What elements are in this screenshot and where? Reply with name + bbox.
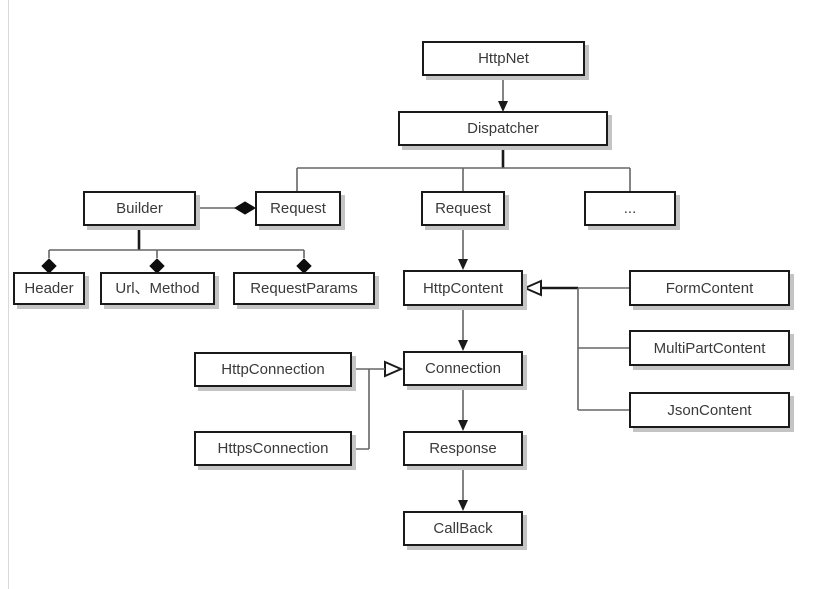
node-builder[interactable]: Builder [83,191,196,226]
generalization-triangle-httpcontent [522,279,542,297]
node-header[interactable]: Header [13,272,85,305]
node-http-connection[interactable]: HttpConnection [194,352,352,387]
diagram-canvas: HttpNet Dispatcher Builder Request Reque… [0,0,839,589]
node-http-content[interactable]: HttpContent [403,270,523,306]
diamond-builder-requestparams [296,258,312,274]
node-https-connection[interactable]: HttpsConnection [194,431,352,466]
diamond-builder-urlmethod [149,258,165,274]
arrowhead-connection [458,340,468,351]
node-url-method[interactable]: Url、Method [100,272,215,305]
arrowhead-response [458,420,468,431]
arrowhead-callback [458,500,468,511]
node-callback[interactable]: CallBack [403,511,523,546]
node-ellipsis[interactable]: ... [584,191,676,226]
diamond-builder-header [41,258,57,274]
generalization-triangle-connection [384,360,404,378]
node-request-mid[interactable]: Request [421,191,505,226]
diamond-builder-request [234,201,256,215]
node-connection[interactable]: Connection [403,351,523,386]
node-form-content[interactable]: FormContent [629,270,790,306]
arrowhead-httpcontent [458,259,468,270]
node-response[interactable]: Response [403,431,523,466]
node-dispatcher[interactable]: Dispatcher [398,111,608,146]
node-json-content[interactable]: JsonContent [629,392,790,428]
node-httpnet[interactable]: HttpNet [422,41,585,76]
node-multipart-content[interactable]: MultiPartContent [629,330,790,366]
node-request-params[interactable]: RequestParams [233,272,375,305]
node-request-left[interactable]: Request [255,191,341,226]
